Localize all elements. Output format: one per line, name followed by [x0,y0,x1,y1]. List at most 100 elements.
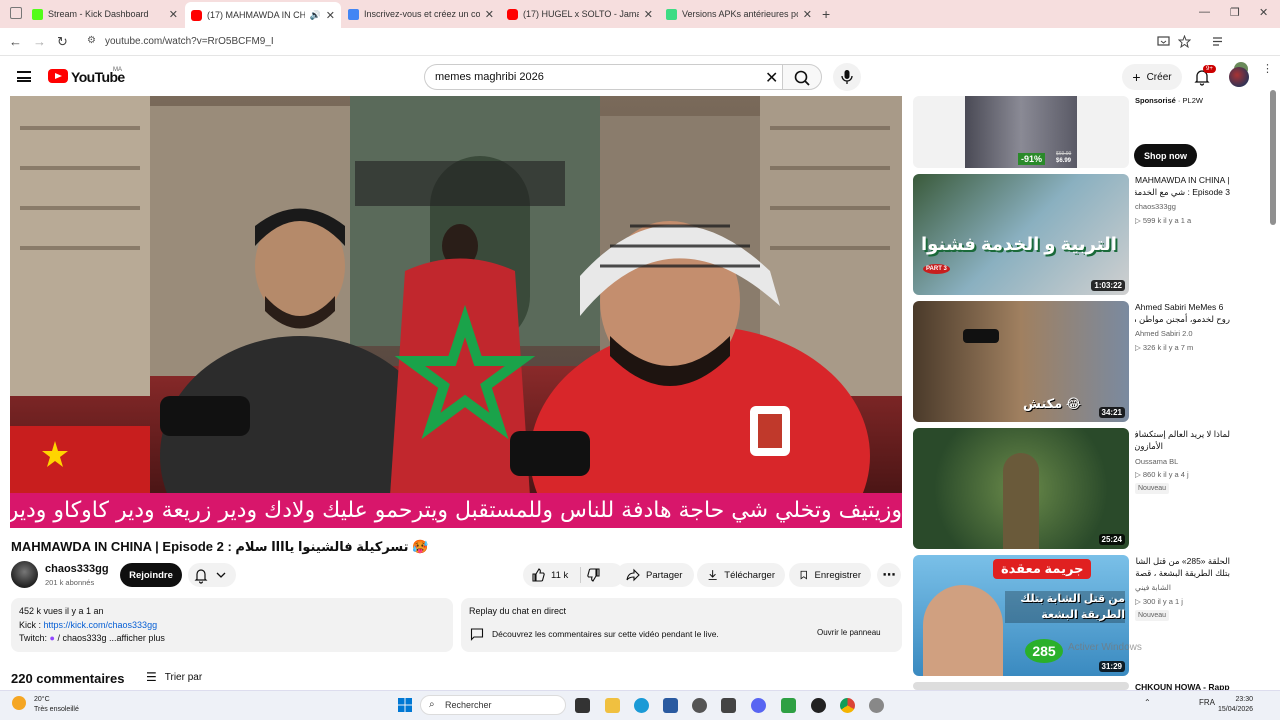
minimize-button[interactable]: — [1199,6,1210,18]
tab-title: (17) HUGEL x SOLTO - Jamaican [523,9,639,19]
related-video-channel[interactable]: الشابة فيني [1135,583,1171,592]
channel-name[interactable]: chaos333gg [45,563,109,575]
new-tab-button[interactable]: + [822,6,830,22]
close-icon[interactable]: ✕ [326,9,335,22]
app-icon[interactable] [781,698,796,713]
related-video-channel[interactable]: chaos333gg [1135,202,1176,211]
ad-thumbnail[interactable]: -91% $69.99 $6.99 [913,96,1129,168]
forward-button[interactable]: → [33,34,46,49]
show-more-link[interactable]: / chaos333g ...afficher plus [55,633,164,643]
related-video-thumbnail[interactable]: 25:24 [913,428,1129,549]
ad-sponsor-line: Sponsorisé · PL2W [1135,96,1203,105]
page-scrollbar[interactable] [1270,90,1276,225]
tab-title: (17) MAHMAWDA IN CHIN [207,10,305,20]
close-icon[interactable]: ✕ [803,8,812,21]
tab-apk-versions[interactable]: Versions APKs antérieures pour ✕ [660,3,818,25]
tab-kick-dashboard[interactable]: Stream - Kick Dashboard ✕ [26,3,184,25]
weather-widget[interactable]: 20°C Très ensoleillé [34,695,79,715]
close-icon[interactable]: ✕ [485,8,494,21]
sun-icon[interactable] [12,696,26,710]
url-field[interactable]: ⚙ youtube.com/watch?v=RrO5BCFM9_I [78,31,1148,53]
search-button[interactable] [782,64,822,90]
subscription-notification-button[interactable] [188,563,236,587]
store-icon[interactable] [663,698,678,713]
tab-youtube-mahmawda[interactable]: (17) MAHMAWDA IN CHIN 🔊 ✕ [185,2,341,28]
bookmark-star-icon[interactable] [1178,35,1191,48]
close-icon[interactable]: ✕ [644,8,653,21]
user-avatar[interactable] [1229,67,1249,87]
sort-icon: ☰ [146,670,157,684]
open-chat-panel-button[interactable]: Ouvrir le panneau [817,628,881,637]
related-video-title[interactable]: Ahmed Sabiri MeMes 6 [1135,301,1230,313]
related-video-thumbnail[interactable]: مكنش 😂 34:21 [913,301,1129,422]
clear-search-icon[interactable]: ✕ [765,68,778,88]
file-explorer-icon[interactable] [605,698,620,713]
thumbs-up-icon[interactable] [531,568,545,582]
video-player[interactable]: وزيتيف وتخلي شي حاجة هادفة للناس وللمستق… [10,96,902,528]
reading-list-icon[interactable] [1211,35,1224,48]
related-video-title-line2[interactable]: Episode 3 : شي مع الخدمة و تفراني [1135,186,1230,198]
hamburger-menu-icon[interactable] [17,71,31,82]
obs-icon[interactable] [811,698,826,713]
app-icon[interactable] [721,698,736,713]
back-button[interactable]: ← [9,34,22,49]
chrome-icon[interactable] [840,698,855,713]
tab-actions-icon[interactable] [10,7,22,19]
share-button[interactable]: Partager [616,563,694,587]
like-count[interactable]: 11 k [551,570,568,581]
system-tray[interactable]: ⌃ FRA [1144,698,1215,707]
tab-hugel-solto[interactable]: (17) HUGEL x SOLTO - Jamaican ✕ [501,3,659,25]
speaker-icon[interactable]: 🔊 [310,10,321,21]
windows-start-icon[interactable] [398,698,412,712]
video-duration: 31:29 [1098,661,1125,672]
channel-avatar[interactable] [11,561,38,588]
youtube-logo-icon[interactable] [48,69,68,83]
related-video-title-line2[interactable]: بتلك الطريقة البشعة ، قصة مؤلمة مع [1135,567,1230,579]
related-video-channel[interactable]: Ahmed Sabiri 2.0 [1135,329,1193,338]
related-video-title-line2[interactable]: روح لخدمو، أمجنن مواطن مغربي 😂 [1135,313,1230,325]
create-button[interactable]: + Créer [1122,64,1182,90]
related-video-title[interactable]: الحلقة «285» من قتل الشابة 👳 [1135,555,1230,567]
related-video-thumbnail[interactable]: التربية و الخدمة فشنوا PART 3 1:03:22 [913,174,1129,295]
clock[interactable]: 23:30 15/04/2026 [1218,695,1253,715]
download-button[interactable]: Télécharger [697,563,785,587]
related-video-thumbnail[interactable]: جريمة معقدة من قتل الشابة بتلك الطريقة ا… [913,555,1129,676]
discord-icon[interactable] [751,698,766,713]
related-video-thumbnail[interactable] [913,682,1129,690]
related-video-channel[interactable]: Oussama BL [1135,457,1178,466]
related-video-title-line2[interactable]: الأمازون ؟ [1135,440,1163,452]
task-view-icon[interactable] [575,698,590,713]
voice-search-button[interactable] [833,63,861,91]
edge-icon[interactable] [634,698,649,713]
kick-link[interactable]: https://kick.com/chaos333gg [44,620,158,630]
tray-chevron-icon[interactable]: ⌃ [1144,698,1151,707]
thumbs-down-icon[interactable] [587,568,601,582]
reload-button[interactable]: ↻ [57,34,68,50]
save-button[interactable]: Enregistrer [789,563,871,587]
shop-now-button[interactable]: Shop now [1134,144,1197,167]
language-indicator[interactable]: FRA [1199,698,1215,707]
search-icon: ⌕ [429,699,435,710]
search-input[interactable]: memes maghribi 2026 ✕ [424,64,782,90]
tab-inscrivez-vous[interactable]: Inscrivez-vous et créez un comp ✕ [342,3,500,25]
kick-prefix: Kick : [19,619,44,630]
site-info-icon[interactable]: ⚙ [87,35,96,46]
close-window-button[interactable]: ✕ [1259,6,1268,19]
related-video-title[interactable]: لماذا لا يريد العالم إستكشاف غابات [1135,428,1230,440]
settings-gear-icon[interactable] [869,698,884,713]
sort-comments-button[interactable]: ☰ Trier par [146,670,202,684]
more-actions-button[interactable]: ⋯ [877,563,901,587]
app-icon[interactable] [692,698,707,713]
description-box[interactable]: 452 k vues il y a 1 an Kick : https://ki… [11,598,453,652]
windows-taskbar: 20°C Très ensoleillé ⌕ Rechercher ⌃ FRA … [0,690,1280,720]
sponsored-label: Sponsorisé [1135,96,1176,105]
twitch-prefix: Twitch: [19,633,50,643]
maximize-button[interactable]: ❐ [1230,6,1240,19]
install-app-icon[interactable] [1157,35,1170,48]
taskbar-search[interactable]: ⌕ Rechercher [420,695,566,715]
join-button[interactable]: Rejoindre [120,563,182,587]
plus-icon: + [1132,69,1141,85]
close-icon[interactable]: ✕ [169,8,178,21]
related-video-title[interactable]: MAHMAWDA IN CHINA | [1135,174,1230,186]
video-title: MAHMAWDA IN CHINA | Episode 2 : تسركيلة … [11,539,429,554]
